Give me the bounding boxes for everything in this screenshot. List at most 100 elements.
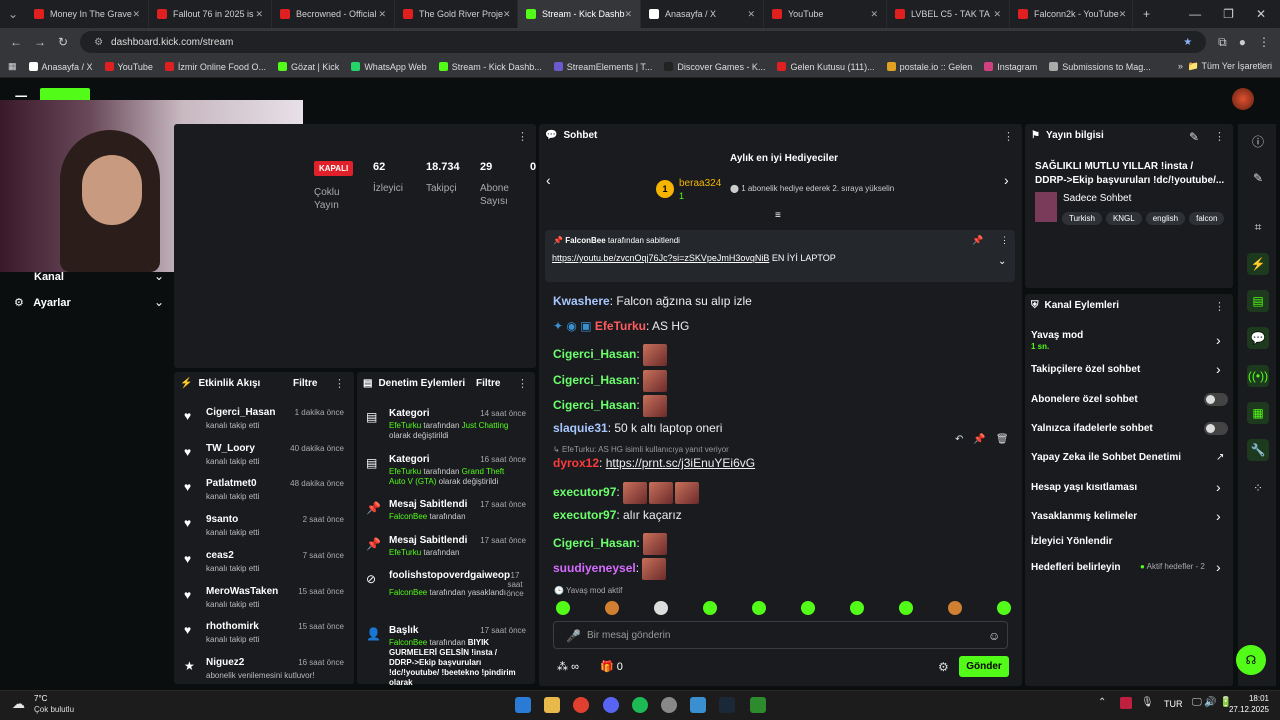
moderation-filter-button[interactable]: Filtre xyxy=(476,378,500,389)
bolt-icon[interactable]: ⚡ xyxy=(1247,253,1269,275)
tab-search-icon[interactable]: ⌄ xyxy=(0,7,26,21)
emote-image[interactable] xyxy=(643,533,668,555)
emote-image[interactable] xyxy=(643,395,668,417)
close-window-icon[interactable]: ✕ xyxy=(1256,7,1266,21)
chat-message[interactable]: Cigerci_Hasan: xyxy=(553,395,669,417)
chrome-icon[interactable] xyxy=(573,697,589,713)
emote-icon[interactable] xyxy=(948,601,962,615)
bookmark-item[interactable]: İzmir Online Food O... xyxy=(164,62,266,72)
emote-image[interactable] xyxy=(643,370,668,392)
banned-words-action[interactable]: Yasaklanmış kelimeler xyxy=(1031,511,1137,522)
tab-close-icon[interactable]: ✕ xyxy=(378,9,386,20)
browser-tab[interactable]: Stream - Kick Dashb ✕ xyxy=(518,0,641,28)
sidebar-item-ayarlar[interactable]: ⚙ Ayarlar ⌄ xyxy=(14,295,164,309)
user-avatar[interactable] xyxy=(1232,88,1254,110)
emotes-only-toggle[interactable] xyxy=(1204,422,1228,435)
document-icon[interactable]: ▤ xyxy=(1247,290,1269,312)
bookmark-item[interactable]: YouTube xyxy=(104,62,153,72)
chat-message[interactable]: Cigerci_Hasan: xyxy=(553,533,669,555)
activity-item[interactable]: ♥ Patlatmet0 kanalı takip etti 48 dakika ön… xyxy=(182,478,344,512)
spotify-icon[interactable] xyxy=(632,697,648,713)
mic-tray-icon[interactable]: 🎙 xyxy=(1141,697,1154,708)
activity-menu-icon[interactable]: ⋮ xyxy=(334,377,345,390)
chat-message[interactable]: dyrox12: https://prnt.sc/j3iEnuYEi6vG xyxy=(553,456,755,470)
chevron-right-icon[interactable]: › xyxy=(1216,559,1221,575)
bookmark-item[interactable]: Submissions to Mag... xyxy=(1049,62,1151,72)
emote-image[interactable] xyxy=(642,558,667,580)
tray-app-icon[interactable] xyxy=(1120,697,1132,709)
category-name[interactable]: Sadece Sohbet xyxy=(1063,193,1131,204)
chevron-right-icon[interactable]: › xyxy=(1216,332,1221,348)
gifters-prev-icon[interactable]: ‹ xyxy=(546,172,551,188)
chat-username[interactable]: Cigerci_Hasan xyxy=(553,347,636,361)
activity-item[interactable]: ♥ Cigerci_Hasan kanalı takip etti 1 dakika … xyxy=(182,407,344,441)
tab-close-icon[interactable]: ✕ xyxy=(1119,9,1127,20)
activity-user[interactable]: ceas2 xyxy=(206,550,234,561)
activity-item[interactable]: ♥ MeroWasTaken kanalı takip etti 15 saat ön… xyxy=(182,586,344,620)
external-link-icon[interactable]: ↗ xyxy=(1216,452,1224,463)
chat-username[interactable]: EfeTurku xyxy=(595,319,646,333)
send-button[interactable]: Gönder xyxy=(959,656,1009,677)
ai-mod-action[interactable]: Yapay Zeka ile Sohbet Denetimi xyxy=(1031,452,1181,463)
emote-image[interactable] xyxy=(623,482,648,504)
subs-only-toggle[interactable] xyxy=(1204,393,1228,406)
gift-counter[interactable]: 🎁 0 xyxy=(600,660,623,673)
chat-input[interactable]: 🎤 Bir mesaj gönderin ☺ xyxy=(553,621,1008,649)
language-indicator[interactable]: TUR xyxy=(1164,699,1183,709)
tab-close-icon[interactable]: ✕ xyxy=(747,9,755,20)
reload-icon[interactable]: ↻ xyxy=(58,35,68,49)
delete-icon[interactable]: 🗑 xyxy=(996,434,1009,445)
bookmark-item[interactable]: Anasayfa / X xyxy=(28,62,93,72)
emote-icon[interactable] xyxy=(801,601,815,615)
activity-filter-button[interactable]: Filtre xyxy=(293,378,317,389)
activity-user[interactable]: Cigerci_Hasan xyxy=(206,407,275,418)
edit-icon[interactable]: ✎ xyxy=(1189,130,1199,144)
bookmark-item[interactable]: postale.io :: Gelen xyxy=(886,62,972,72)
moderation-actor[interactable]: EfeTurku xyxy=(389,421,421,430)
grid-icon[interactable]: ▦ xyxy=(1247,402,1269,424)
support-icon[interactable]: ☊ xyxy=(1236,645,1266,675)
emoji-icon[interactable]: ☺ xyxy=(988,629,1000,643)
activity-item[interactable]: ♥ 9santo kanalı takip etti 2 saat önce xyxy=(182,514,344,548)
activity-item[interactable]: ♥ rhothomirk kanalı takip etti 15 saat önce xyxy=(182,621,344,655)
bookmark-item[interactable]: Gözat | Kick xyxy=(277,62,339,72)
browser-tab[interactable]: Money In The Grave ✕ xyxy=(26,0,149,28)
sidebar-item-kanal[interactable]: Kanal ⌄ xyxy=(14,269,164,283)
gifters-next-icon[interactable]: › xyxy=(1004,172,1009,188)
chat-message[interactable]: executor97: alır kaçarız xyxy=(553,508,682,522)
site-info-icon[interactable]: ⚙ xyxy=(94,37,103,48)
all-bookmarks[interactable]: » 📁 Tüm Yer İşaretleri xyxy=(1178,61,1272,72)
followers-only-action[interactable]: Takipçilere özel sohbet xyxy=(1031,364,1140,375)
chat-message[interactable]: Cigerci_Hasan: xyxy=(553,370,669,392)
moderation-actor[interactable]: EfeTurku xyxy=(389,467,421,476)
windows-start-icon[interactable] xyxy=(515,697,531,713)
discord-icon[interactable] xyxy=(603,697,619,713)
stream-tag[interactable]: Turkish xyxy=(1062,212,1102,225)
emote-icon[interactable] xyxy=(605,601,619,615)
activity-user[interactable]: 9santo xyxy=(206,514,238,525)
emote-bar[interactable] xyxy=(556,601,1016,618)
moderation-actor[interactable]: FalconBee xyxy=(389,512,427,521)
steam-icon[interactable] xyxy=(719,697,735,713)
mic-icon[interactable]: 🎤 xyxy=(566,629,581,643)
moderation-actor[interactable]: EfeTurku xyxy=(389,548,421,557)
chat-message[interactable]: ✦ ◉ ▣ EfeTurku: AS HG xyxy=(553,319,689,333)
file-explorer-icon[interactable] xyxy=(544,697,560,713)
bookmark-item[interactable]: Discover Games - K... xyxy=(664,62,765,72)
menu-icon[interactable]: ⋮ xyxy=(1258,35,1270,49)
chevron-right-icon[interactable]: › xyxy=(1216,508,1221,524)
activity-user[interactable]: MeroWasTaken xyxy=(206,586,278,597)
chat-username[interactable]: executor97 xyxy=(553,485,616,499)
emotes-only-action[interactable]: Yalnızca ifadelerle sohbet xyxy=(1031,423,1153,434)
browser-tab[interactable]: Fallout 76 in 2025 is ✕ xyxy=(149,0,272,28)
bookmark-item[interactable]: Gelen Kutusu (111)... xyxy=(777,62,875,72)
apps-icon[interactable]: ⁘ xyxy=(1247,477,1269,499)
chat-username[interactable]: Cigerci_Hasan xyxy=(553,373,636,387)
activity-user[interactable]: rhothomirk xyxy=(206,621,259,632)
maximize-icon[interactable]: ❐ xyxy=(1223,7,1234,21)
bookmark-item[interactable]: Instagram xyxy=(984,62,1037,72)
tab-close-icon[interactable]: ✕ xyxy=(993,9,1001,20)
xbox-icon[interactable] xyxy=(750,697,766,713)
chat-username[interactable]: Kwashere xyxy=(553,294,610,308)
chat-text[interactable]: https://prnt.sc/j3iEnuYEi6vG xyxy=(606,456,755,470)
